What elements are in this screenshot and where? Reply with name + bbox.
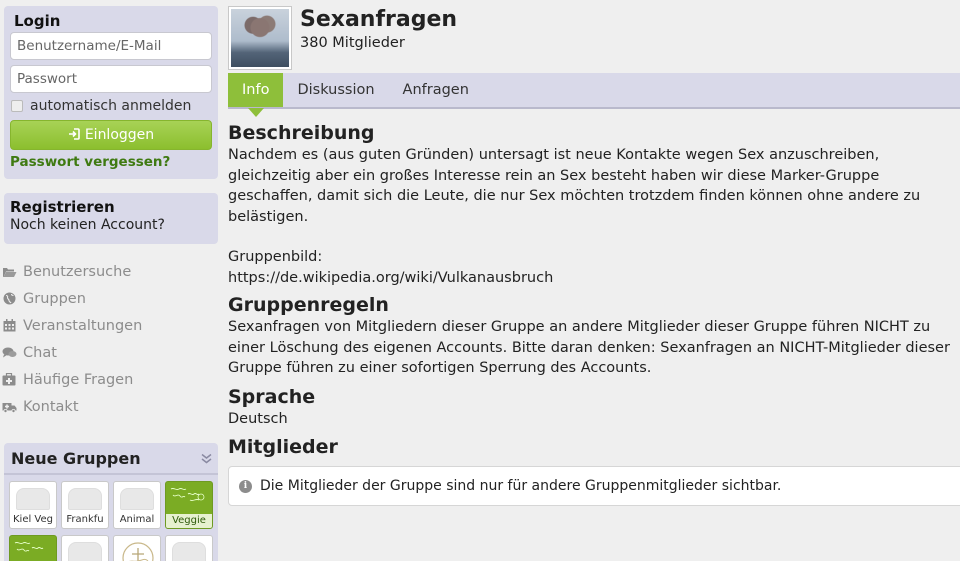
login-title: Login <box>14 12 61 30</box>
members-notice: i Die Mitglieder der Gruppe sind nur für… <box>228 466 960 506</box>
group-thumb[interactable] <box>165 535 213 561</box>
description-text: Nachdem es (aus guten Gründen) untersagt… <box>228 147 921 225</box>
group-thumb[interactable]: Frankfu <box>61 481 109 529</box>
remember-row[interactable]: automatisch anmelden <box>11 98 212 114</box>
group-thumb[interactable]: Animal <box>113 481 161 529</box>
nav-item-haeufige-fragen[interactable]: Häufige Fragen <box>2 366 218 393</box>
group-thumb[interactable] <box>113 535 161 561</box>
password-input[interactable] <box>10 65 212 93</box>
login-button-label: Einloggen <box>84 127 155 143</box>
sidebar: Login automatisch anmelden Einloggen Pas… <box>2 6 218 420</box>
register-subtitle: Noch keinen Account? <box>10 217 165 233</box>
chat-bubbles-icon <box>0 347 18 359</box>
volcano-image <box>231 9 289 67</box>
new-groups-panel: Neue Gruppen Kiel Veg Frankfu Animal Veg… <box>4 443 218 561</box>
nav-label: Gruppen <box>23 290 86 307</box>
nav-label: Kontakt <box>23 398 79 415</box>
register-title[interactable]: Registrieren <box>10 198 212 216</box>
calendar-icon <box>0 319 18 332</box>
veggie-logo-image <box>14 539 52 561</box>
members-heading: Mitglieder <box>228 436 338 458</box>
placeholder-avatar-icon <box>68 542 102 561</box>
new-groups-grid: Kiel Veg Frankfu Animal Veggie <box>4 475 218 561</box>
nav-label: Benutzersuche <box>23 263 132 280</box>
new-groups-title: Neue Gruppen <box>11 448 141 468</box>
group-thumb[interactable] <box>61 535 109 561</box>
group-thumb[interactable]: Kiel Veg <box>9 481 57 529</box>
info-icon: i <box>239 479 252 493</box>
double-chevron-down-icon[interactable] <box>201 453 212 464</box>
nav-item-gruppen[interactable]: Gruppen <box>3 285 218 312</box>
login-button[interactable]: Einloggen <box>10 120 212 150</box>
veggie-logo-image <box>170 485 208 509</box>
group-header: Sexanfragen 380 Mitglieder <box>228 6 960 72</box>
group-tabs: Info Diskussion Anfragen <box>228 73 960 117</box>
placeholder-avatar-icon <box>172 542 206 561</box>
group-title: Sexanfragen <box>300 7 458 32</box>
remember-checkbox[interactable] <box>11 100 23 112</box>
placeholder-avatar-icon <box>120 488 154 510</box>
first-aid-icon <box>0 373 18 386</box>
login-panel: Login automatisch anmelden Einloggen Pas… <box>4 6 218 179</box>
nav-label: Veranstaltungen <box>23 317 143 334</box>
emblem-image <box>120 540 156 561</box>
nav-item-benutzersuche[interactable]: Benutzersuche <box>2 258 218 285</box>
sidebar-nav: Benutzersuche Gruppen Veranstaltungen Ch… <box>2 258 218 420</box>
rules-text: Sexanfragen von Mitgliedern dieser Grupp… <box>228 319 950 376</box>
username-input[interactable] <box>10 32 212 60</box>
nav-item-chat[interactable]: Chat <box>2 339 218 366</box>
group-thumb-label: Veggie <box>166 514 212 528</box>
group-image-url: https://de.wikipedia.org/wiki/Vulkanausb… <box>228 269 554 286</box>
register-panel[interactable]: Registrieren Noch keinen Account? <box>4 193 218 244</box>
tab-diskussion[interactable]: Diskussion <box>283 73 388 107</box>
tab-info[interactable]: Info <box>228 73 284 117</box>
nav-item-kontakt[interactable]: Kontakt <box>2 393 218 420</box>
language-text: Deutsch <box>228 410 288 427</box>
language-heading: Sprache <box>228 385 316 408</box>
group-thumb[interactable] <box>9 535 57 561</box>
group-thumb-label: Frankfu <box>66 514 104 525</box>
folder-open-icon <box>0 266 18 278</box>
sign-in-icon <box>68 127 80 143</box>
new-groups-header[interactable]: Neue Gruppen <box>4 443 218 475</box>
members-notice-text: Die Mitglieder der Gruppe sind nur für a… <box>260 478 782 494</box>
group-thumb-label: Kiel Veg <box>12 514 53 525</box>
group-info-content: Beschreibung Nachdem es (aus guten Gründ… <box>228 121 960 506</box>
group-avatar <box>228 6 292 70</box>
nav-label: Häufige Fragen <box>23 371 134 388</box>
placeholder-avatar-icon <box>16 488 50 510</box>
remember-label: automatisch anmelden <box>30 98 192 114</box>
globe-icon <box>0 292 18 305</box>
rules-heading: Gruppenregeln <box>228 294 389 316</box>
group-member-count: 380 Mitglieder <box>300 35 405 51</box>
nav-label: Chat <box>23 344 57 361</box>
nav-item-veranstaltungen[interactable]: Veranstaltungen <box>3 312 218 339</box>
ambulance-icon <box>0 401 18 413</box>
forgot-password-link[interactable]: Passwort vergessen? <box>10 154 212 170</box>
group-image-label: Gruppenbild: <box>228 249 323 265</box>
group-page: Sexanfragen 380 Mitglieder Info Diskussi… <box>228 6 960 506</box>
group-thumb-label: Animal <box>119 514 155 525</box>
tab-anfragen[interactable]: Anfragen <box>389 73 483 107</box>
description-heading: Beschreibung <box>228 122 375 144</box>
placeholder-avatar-icon <box>68 488 102 510</box>
group-thumb[interactable]: Veggie <box>165 481 213 529</box>
